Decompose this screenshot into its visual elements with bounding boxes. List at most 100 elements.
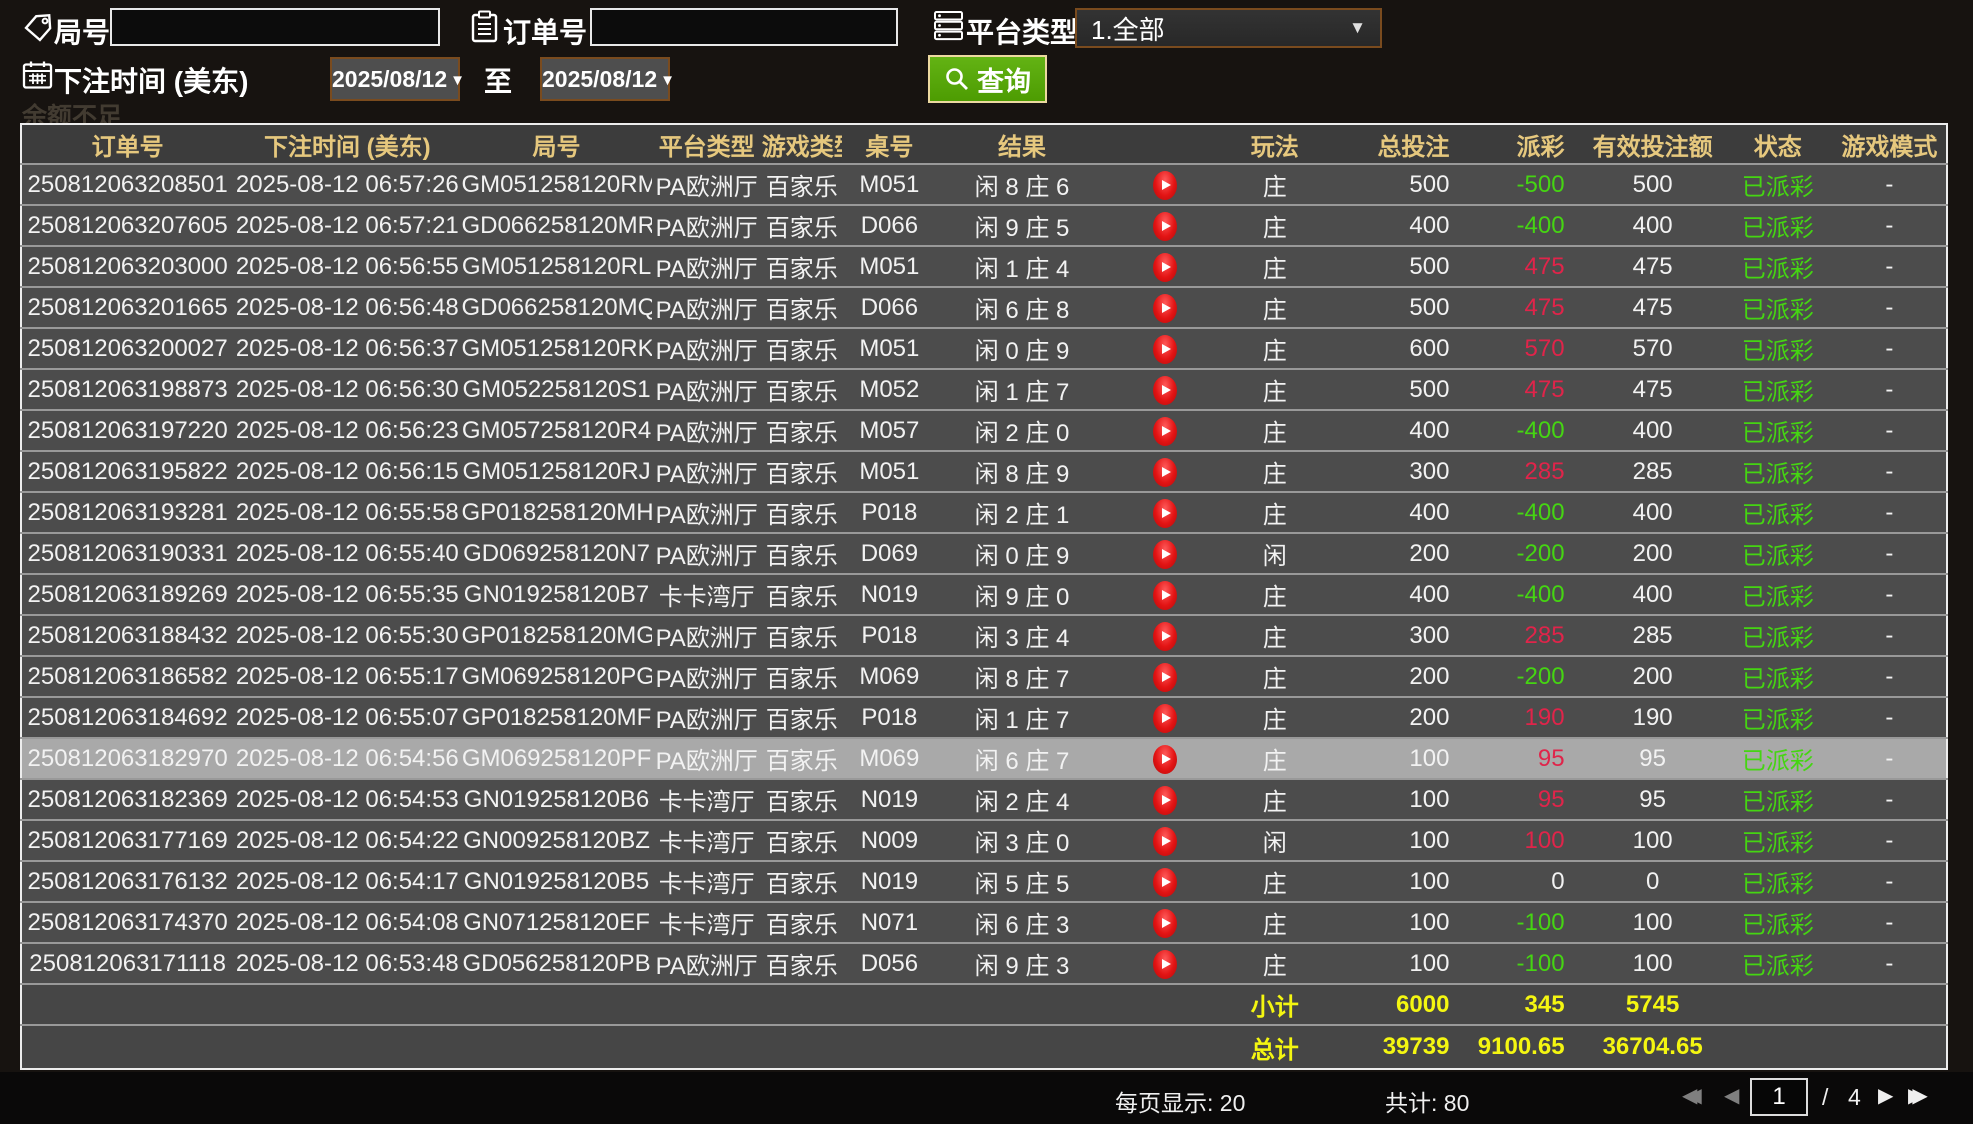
cell-game-type: 百家乐 — [762, 246, 842, 287]
col-valid-bet: 有效投注额 — [1583, 124, 1723, 164]
play-icon[interactable] — [1153, 376, 1177, 405]
cell-game-mode: - — [1833, 574, 1947, 615]
table-row[interactable]: 250812063188432 2025-08-12 06:55:30 GP01… — [21, 615, 1947, 656]
play-icon[interactable] — [1153, 335, 1177, 364]
cell-bet-time: 2025-08-12 06:56:37 — [233, 328, 461, 369]
play-icon[interactable] — [1153, 171, 1177, 200]
table-row[interactable]: 250812063186582 2025-08-12 06:55:17 GM06… — [21, 656, 1947, 697]
cell-total-bet: 300 — [1327, 615, 1467, 656]
cell-table-no: N009 — [842, 820, 937, 861]
cell-result: 闲 8 庄 7 — [937, 656, 1107, 697]
play-icon[interactable] — [1153, 663, 1177, 692]
cell-play-type: 庄 — [1222, 328, 1327, 369]
play-icon[interactable] — [1153, 827, 1177, 856]
cell-status: 已派彩 — [1723, 246, 1833, 287]
play-icon[interactable] — [1153, 253, 1177, 282]
table-row[interactable]: 250812063197220 2025-08-12 06:56:23 GM05… — [21, 410, 1947, 451]
play-icon[interactable] — [1153, 581, 1177, 610]
date-from-value: 2025/08/12 — [332, 66, 447, 92]
search-button[interactable]: 查询 — [928, 55, 1047, 103]
cell-payout: -500 — [1467, 164, 1582, 205]
play-icon[interactable] — [1153, 745, 1177, 774]
play-icon[interactable] — [1153, 417, 1177, 446]
table-row[interactable]: 250812063207605 2025-08-12 06:57:21 GD06… — [21, 205, 1947, 246]
cell-total-bet: 500 — [1327, 164, 1467, 205]
cell-round-no: GM051258120RK — [461, 328, 651, 369]
play-icon[interactable] — [1153, 540, 1177, 569]
cell-platform: 卡卡湾厅 — [652, 574, 762, 615]
cell-round-no: GN019258120B6 — [461, 779, 651, 820]
cell-payout: -200 — [1467, 533, 1582, 574]
table-row[interactable]: 250812063177169 2025-08-12 06:54:22 GN00… — [21, 820, 1947, 861]
cell-game-type: 百家乐 — [762, 451, 842, 492]
play-icon[interactable] — [1153, 294, 1177, 323]
table-row[interactable]: 250812063200027 2025-08-12 06:56:37 GM05… — [21, 328, 1947, 369]
play-icon[interactable] — [1153, 458, 1177, 487]
play-icon[interactable] — [1153, 499, 1177, 528]
cell-game-mode: - — [1833, 369, 1947, 410]
prev-page-button[interactable]: ◀ — [1724, 1083, 1739, 1108]
cell-round-no: GP018258120MF — [461, 697, 651, 738]
platform-type-select[interactable]: 1.全部 ▼ — [1075, 8, 1382, 48]
cell-table-no: D069 — [842, 533, 937, 574]
cell-round-no: GN019258120B7 — [461, 574, 651, 615]
table-row[interactable]: 250812063174370 2025-08-12 06:54:08 GN07… — [21, 902, 1947, 943]
cell-replay — [1107, 738, 1222, 779]
cell-replay — [1107, 820, 1222, 861]
play-icon[interactable] — [1153, 212, 1177, 241]
table-row[interactable]: 250812063171118 2025-08-12 06:53:48 GD05… — [21, 943, 1947, 984]
table-row[interactable]: 250812063182369 2025-08-12 06:54:53 GN01… — [21, 779, 1947, 820]
cell-round-no: GD066258120MQ — [461, 287, 651, 328]
play-icon[interactable] — [1153, 950, 1177, 979]
cell-replay — [1107, 943, 1222, 984]
cell-play-type: 庄 — [1222, 615, 1327, 656]
subtotal-label: 小计 — [1222, 984, 1327, 1025]
next-page-button[interactable]: ▶ — [1878, 1083, 1893, 1108]
cell-status: 已派彩 — [1723, 410, 1833, 451]
cell-payout: -200 — [1467, 656, 1582, 697]
cell-bet-time: 2025-08-12 06:54:08 — [233, 902, 461, 943]
table-row[interactable]: 250812063182970 2025-08-12 06:54:56 GM06… — [21, 738, 1947, 779]
cell-game-mode: - — [1833, 287, 1947, 328]
cell-game-mode: - — [1833, 656, 1947, 697]
cell-bet-time: 2025-08-12 06:56:30 — [233, 369, 461, 410]
cell-valid-bet: 285 — [1583, 451, 1723, 492]
page-number-input[interactable] — [1750, 1078, 1808, 1116]
game-no-input[interactable] — [110, 8, 440, 46]
cell-game-type: 百家乐 — [762, 328, 842, 369]
play-icon[interactable] — [1153, 622, 1177, 651]
table-row[interactable]: 250812063203000 2025-08-12 06:56:55 GM05… — [21, 246, 1947, 287]
cell-valid-bet: 400 — [1583, 492, 1723, 533]
cell-payout: 190 — [1467, 697, 1582, 738]
play-icon[interactable] — [1153, 909, 1177, 938]
play-icon[interactable] — [1153, 868, 1177, 897]
cell-order-no: 250812063184692 — [21, 697, 233, 738]
cell-bet-time: 2025-08-12 06:55:17 — [233, 656, 461, 697]
table-row[interactable]: 250812063193281 2025-08-12 06:55:58 GP01… — [21, 492, 1947, 533]
play-icon[interactable] — [1153, 704, 1177, 733]
cell-payout: -400 — [1467, 492, 1582, 533]
table-row[interactable]: 250812063176132 2025-08-12 06:54:17 GN01… — [21, 861, 1947, 902]
order-no-label: 订单号 — [503, 11, 587, 51]
cell-round-no: GP018258120MG — [461, 615, 651, 656]
table-row[interactable]: 250812063208501 2025-08-12 06:57:26 GM05… — [21, 164, 1947, 205]
table-row[interactable]: 250812063190331 2025-08-12 06:55:40 GD06… — [21, 533, 1947, 574]
table-row[interactable]: 250812063195822 2025-08-12 06:56:15 GM05… — [21, 451, 1947, 492]
cell-play-type: 庄 — [1222, 451, 1327, 492]
date-to-picker[interactable]: 2025/08/12▼ — [540, 57, 670, 101]
game-no-label: 局号 — [54, 11, 110, 51]
date-from-picker[interactable]: 2025/08/12▼ — [330, 57, 460, 101]
table-row[interactable]: 250812063184692 2025-08-12 06:55:07 GP01… — [21, 697, 1947, 738]
last-page-button[interactable]: ▶▶ — [1908, 1083, 1928, 1108]
cell-game-type: 百家乐 — [762, 656, 842, 697]
table-row[interactable]: 250812063198873 2025-08-12 06:56:30 GM05… — [21, 369, 1947, 410]
table-row[interactable]: 250812063201665 2025-08-12 06:56:48 GD06… — [21, 287, 1947, 328]
play-icon[interactable] — [1153, 786, 1177, 815]
cell-status: 已派彩 — [1723, 861, 1833, 902]
order-no-input[interactable] — [590, 8, 898, 46]
table-row[interactable]: 250812063189269 2025-08-12 06:55:35 GN01… — [21, 574, 1947, 615]
cell-platform: PA欧洲厅 — [652, 615, 762, 656]
cell-platform: PA欧洲厅 — [652, 697, 762, 738]
first-page-button[interactable]: ◀◀ — [1682, 1083, 1702, 1108]
cell-play-type: 闲 — [1222, 820, 1327, 861]
